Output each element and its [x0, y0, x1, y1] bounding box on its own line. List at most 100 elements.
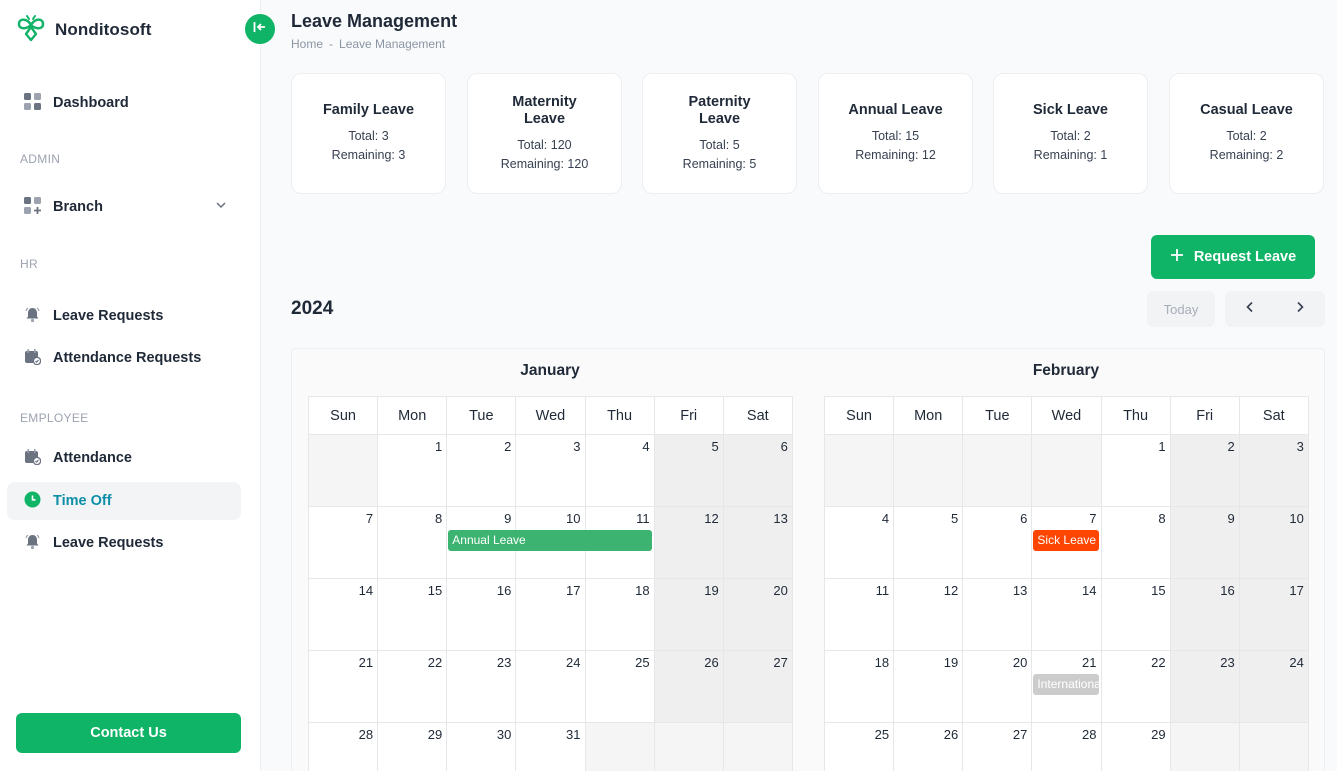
day-cell[interactable]: 26 — [653, 650, 724, 723]
day-cell[interactable]: 16 — [1169, 578, 1240, 651]
today-button[interactable]: Today — [1147, 291, 1215, 327]
leave-card-total: Total: 120 — [517, 137, 572, 152]
day-cell[interactable]: 11 — [823, 578, 895, 651]
weekday-header: Tue — [962, 396, 1033, 435]
calendar-event[interactable]: International Mother Language Day — [1033, 674, 1099, 695]
day-cell[interactable]: 15 — [377, 578, 448, 651]
collapse-sidebar-button[interactable] — [245, 14, 275, 44]
day-cell[interactable]: 6 — [962, 506, 1033, 579]
sidebar-item-employee-leave-requests[interactable]: Leave Requests — [7, 524, 241, 562]
day-cell[interactable]: 18 — [584, 578, 655, 651]
day-number: 6 — [1020, 511, 1028, 526]
day-number: 13 — [773, 511, 788, 526]
day-cell[interactable]: 2 — [1169, 434, 1240, 507]
day-number: 21 — [1082, 655, 1097, 670]
empty-day-cell — [584, 722, 655, 771]
day-cell[interactable]: 10 — [1238, 506, 1309, 579]
leave-card-maternity: Maternity Leave Total: 120 Remaining: 12… — [467, 73, 622, 194]
day-cell[interactable]: 18 — [823, 650, 895, 723]
prev-button[interactable] — [1225, 291, 1275, 327]
section-label-employee: EMPLOYEE — [20, 411, 89, 425]
day-cell[interactable]: 8 — [1100, 506, 1171, 579]
weekday-header: Sun — [823, 396, 895, 435]
day-cell[interactable]: 27 — [722, 650, 793, 723]
day-cell[interactable]: 26 — [893, 722, 964, 771]
day-cell[interactable]: 23 — [1169, 650, 1240, 723]
brand[interactable]: Nonditosoft — [16, 12, 151, 47]
sidebar-item-time-off[interactable]: Time Off — [7, 482, 241, 520]
day-cell[interactable]: 22 — [1100, 650, 1171, 723]
day-cell[interactable]: 24 — [1238, 650, 1309, 723]
day-cell[interactable]: 7 — [307, 506, 379, 579]
day-number: 3 — [1296, 439, 1304, 454]
day-cell[interactable]: 8 — [377, 506, 448, 579]
day-cell[interactable]: 5 — [653, 434, 724, 507]
sidebar-item-attendance[interactable]: Attendance — [7, 439, 241, 477]
day-cell[interactable]: 12 — [893, 578, 964, 651]
day-cell[interactable]: 3 — [1238, 434, 1309, 507]
day-cell[interactable]: 21 — [307, 650, 379, 723]
day-cell[interactable]: 19 — [893, 650, 964, 723]
day-cell[interactable]: 12 — [653, 506, 724, 579]
day-number: 4 — [642, 439, 650, 454]
day-cell[interactable]: 31 — [515, 722, 586, 771]
request-leave-button[interactable]: Request Leave — [1151, 235, 1315, 279]
weekday-header: Thu — [584, 396, 655, 435]
day-number: 17 — [1289, 583, 1304, 598]
empty-day-cell — [653, 722, 724, 771]
day-cell[interactable]: 27 — [962, 722, 1033, 771]
day-cell[interactable]: 25 — [823, 722, 895, 771]
day-cell[interactable]: 28 — [1031, 722, 1102, 771]
day-cell[interactable]: 17 — [515, 578, 586, 651]
day-cell[interactable]: 19 — [653, 578, 724, 651]
leave-card-remaining: Remaining: 2 — [1209, 148, 1284, 162]
next-button[interactable] — [1275, 291, 1325, 327]
day-cell[interactable]: 13 — [722, 506, 793, 579]
day-cell[interactable]: 20 — [722, 578, 793, 651]
day-number: 9 — [1227, 511, 1235, 526]
calendar-event[interactable]: Annual Leave — [448, 530, 652, 551]
day-cell[interactable]: 14 — [307, 578, 379, 651]
day-number: 26 — [704, 655, 719, 670]
day-cell[interactable]: 1 — [377, 434, 448, 507]
day-cell[interactable]: 13 — [962, 578, 1033, 651]
day-number: 31 — [566, 727, 581, 742]
day-cell[interactable]: 5 — [893, 506, 964, 579]
day-cell[interactable]: 28 — [307, 722, 379, 771]
day-number: 21 — [358, 655, 374, 670]
day-number: 15 — [427, 583, 443, 598]
day-number: 27 — [1012, 727, 1028, 742]
leave-card-title: Maternity Leave — [512, 93, 577, 127]
day-cell[interactable]: 14 — [1031, 578, 1102, 651]
sidebar-item-hr-leave-requests[interactable]: Leave Requests — [7, 297, 241, 335]
weekday-header: Tue — [446, 396, 517, 435]
day-cell[interactable]: 3 — [515, 434, 586, 507]
breadcrumb-home[interactable]: Home — [291, 37, 323, 51]
day-cell[interactable]: 25 — [584, 650, 655, 723]
day-cell[interactable]: 24 — [515, 650, 586, 723]
day-cell[interactable]: 16 — [446, 578, 517, 651]
contact-us-button[interactable]: Contact Us — [16, 713, 241, 753]
day-cell[interactable]: 20 — [962, 650, 1033, 723]
day-cell[interactable]: 4 — [823, 506, 895, 579]
day-cell[interactable]: 17 — [1238, 578, 1309, 651]
leave-card-title: Annual Leave — [848, 102, 943, 118]
day-cell[interactable]: 6 — [722, 434, 793, 507]
leave-card-total: Total: 2 — [1050, 129, 1091, 143]
sidebar-item-branch[interactable]: Branch — [7, 188, 241, 226]
sidebar-item-dashboard[interactable]: Dashboard — [7, 84, 241, 122]
day-cell[interactable]: 30 — [446, 722, 517, 771]
day-cell[interactable]: 23 — [446, 650, 517, 723]
day-cell[interactable]: 22 — [377, 650, 448, 723]
day-cell[interactable]: 4 — [584, 434, 655, 507]
day-cell[interactable]: 9 — [1169, 506, 1240, 579]
day-cell[interactable]: 1 — [1100, 434, 1171, 507]
sidebar-item-attendance-requests[interactable]: Attendance Requests — [7, 339, 241, 377]
day-cell[interactable]: 15 — [1100, 578, 1171, 651]
day-number: 16 — [496, 583, 512, 598]
day-cell[interactable]: 2 — [446, 434, 517, 507]
leave-card-total: Total: 2 — [1226, 129, 1267, 143]
calendar-event[interactable]: Sick Leave — [1033, 530, 1099, 551]
day-cell[interactable]: 29 — [1100, 722, 1171, 771]
day-cell[interactable]: 29 — [377, 722, 448, 771]
